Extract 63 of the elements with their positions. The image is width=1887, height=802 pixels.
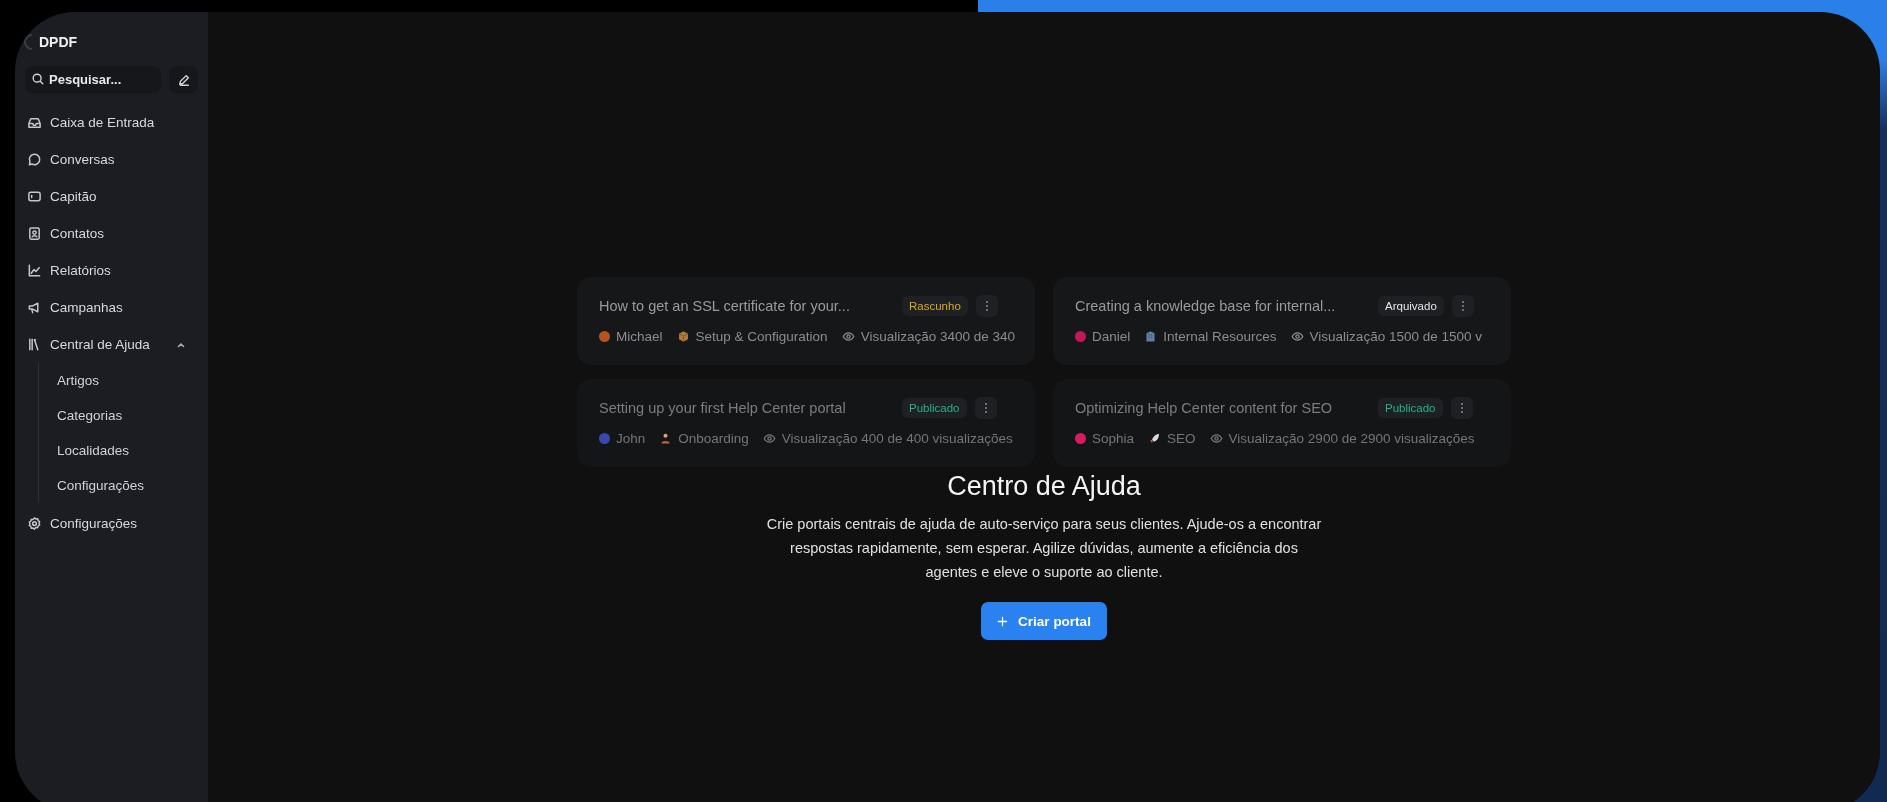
category-name: Setup & Configuration <box>695 329 828 344</box>
category-name: Internal Resources <box>1163 329 1277 344</box>
author-name: Daniel <box>1092 329 1131 344</box>
article-card[interactable]: Optimizing Help Center content for SEO Publicado Sophia SEO Visualização 2900 de 2900 visualizações <box>1053 379 1511 467</box>
nav-subitem[interactable]: Artigos <box>39 363 198 398</box>
logo-icon <box>23 34 33 50</box>
category-name: SEO <box>1167 431 1196 446</box>
box-icon <box>676 330 690 343</box>
status-badge: Rascunho <box>902 296 968 316</box>
empty-state-title: Centro de Ajuda <box>947 470 1141 502</box>
more-button[interactable] <box>1451 295 1474 317</box>
author-name: Michael <box>616 329 663 344</box>
nav-item[interactable]: Conversas <box>25 141 198 178</box>
eye-icon <box>841 330 855 343</box>
article-title: Creating a knowledge base for internal... <box>1075 298 1337 314</box>
status-badge: Arquivado <box>1378 296 1444 316</box>
compose-button[interactable] <box>169 66 198 93</box>
eye-icon <box>762 432 776 445</box>
search-field[interactable]: Pesquisar... <box>25 66 161 93</box>
article-title: Optimizing Help Center content for SEO <box>1075 400 1334 416</box>
nav-item[interactable]: Caixa de Entrada <box>25 104 198 141</box>
author-name: John <box>616 431 646 446</box>
article-title: How to get an SSL certificate for your... <box>599 298 851 314</box>
more-icon <box>1460 300 1465 312</box>
create-portal-button[interactable]: Criar portal <box>981 602 1107 640</box>
view-count: Visualização 3400 de 340 <box>860 329 1015 344</box>
nav-subitem[interactable]: Configurações <box>39 468 198 503</box>
plus-icon <box>997 615 1009 627</box>
more-icon <box>1459 402 1464 414</box>
nav-item[interactable]: Relatórios <box>25 252 198 289</box>
status-badge: Publicado <box>902 398 967 418</box>
eye-icon <box>1290 330 1304 343</box>
nav-subitem[interactable]: Categorias <box>39 398 198 433</box>
nav-item[interactable]: Contatos <box>25 215 198 252</box>
pencil-icon <box>176 72 191 87</box>
view-count: Visualização 1500 de 1500 v <box>1309 329 1482 344</box>
brand-name: DPDF <box>39 34 78 50</box>
search-icon <box>31 72 45 86</box>
nav-item[interactable]: Capitão <box>25 178 198 215</box>
author-name: Sophia <box>1092 431 1135 446</box>
nav-item[interactable]: Central de Ajuda <box>25 326 198 363</box>
more-button[interactable] <box>974 397 997 419</box>
screen-icon <box>25 189 42 204</box>
nav-item[interactable]: Campanhas <box>25 289 198 326</box>
more-icon <box>983 402 988 414</box>
article-title: Setting up your first Help Center portal <box>599 400 847 416</box>
empty-state-description: Crie portais centrais de ajuda de auto-serviço para seus clientes. Ajude-os a encontrar respostas rapidamente, sem esperar. Agilize dúvidas, aumente a eficiência dos agentes e eleve o suporte ao cliente. <box>765 515 1323 582</box>
article-card[interactable]: How to get an SSL certificate for your... Rascunho Michael Setup & Configuration Visualização 3400 de 340 <box>577 277 1035 365</box>
rocket-icon <box>1148 432 1162 445</box>
tray-icon <box>25 115 42 130</box>
category-name: Onboarding <box>678 431 749 446</box>
building-icon <box>1144 330 1158 343</box>
article-card[interactable]: Setting up your first Help Center portal Publicado John Onboarding Visualização 400 de 400 visualizações <box>577 379 1035 467</box>
more-icon <box>984 300 989 312</box>
more-button[interactable] <box>1450 397 1473 419</box>
more-button[interactable] <box>975 295 998 317</box>
article-card[interactable]: Creating a knowledge base for internal... Arquivado Daniel Internal Resources Visualização 1500 de 1500 v <box>1053 277 1511 365</box>
status-badge: Publicado <box>1378 398 1443 418</box>
nav-subitem[interactable]: Localidades <box>39 433 198 468</box>
eye-icon <box>1209 432 1223 445</box>
view-count: Visualização 2900 de 2900 visualizações <box>1228 431 1475 446</box>
nav-item[interactable]: Configurações <box>25 505 198 542</box>
view-count: Visualização 400 de 400 visualizações <box>781 431 1013 446</box>
